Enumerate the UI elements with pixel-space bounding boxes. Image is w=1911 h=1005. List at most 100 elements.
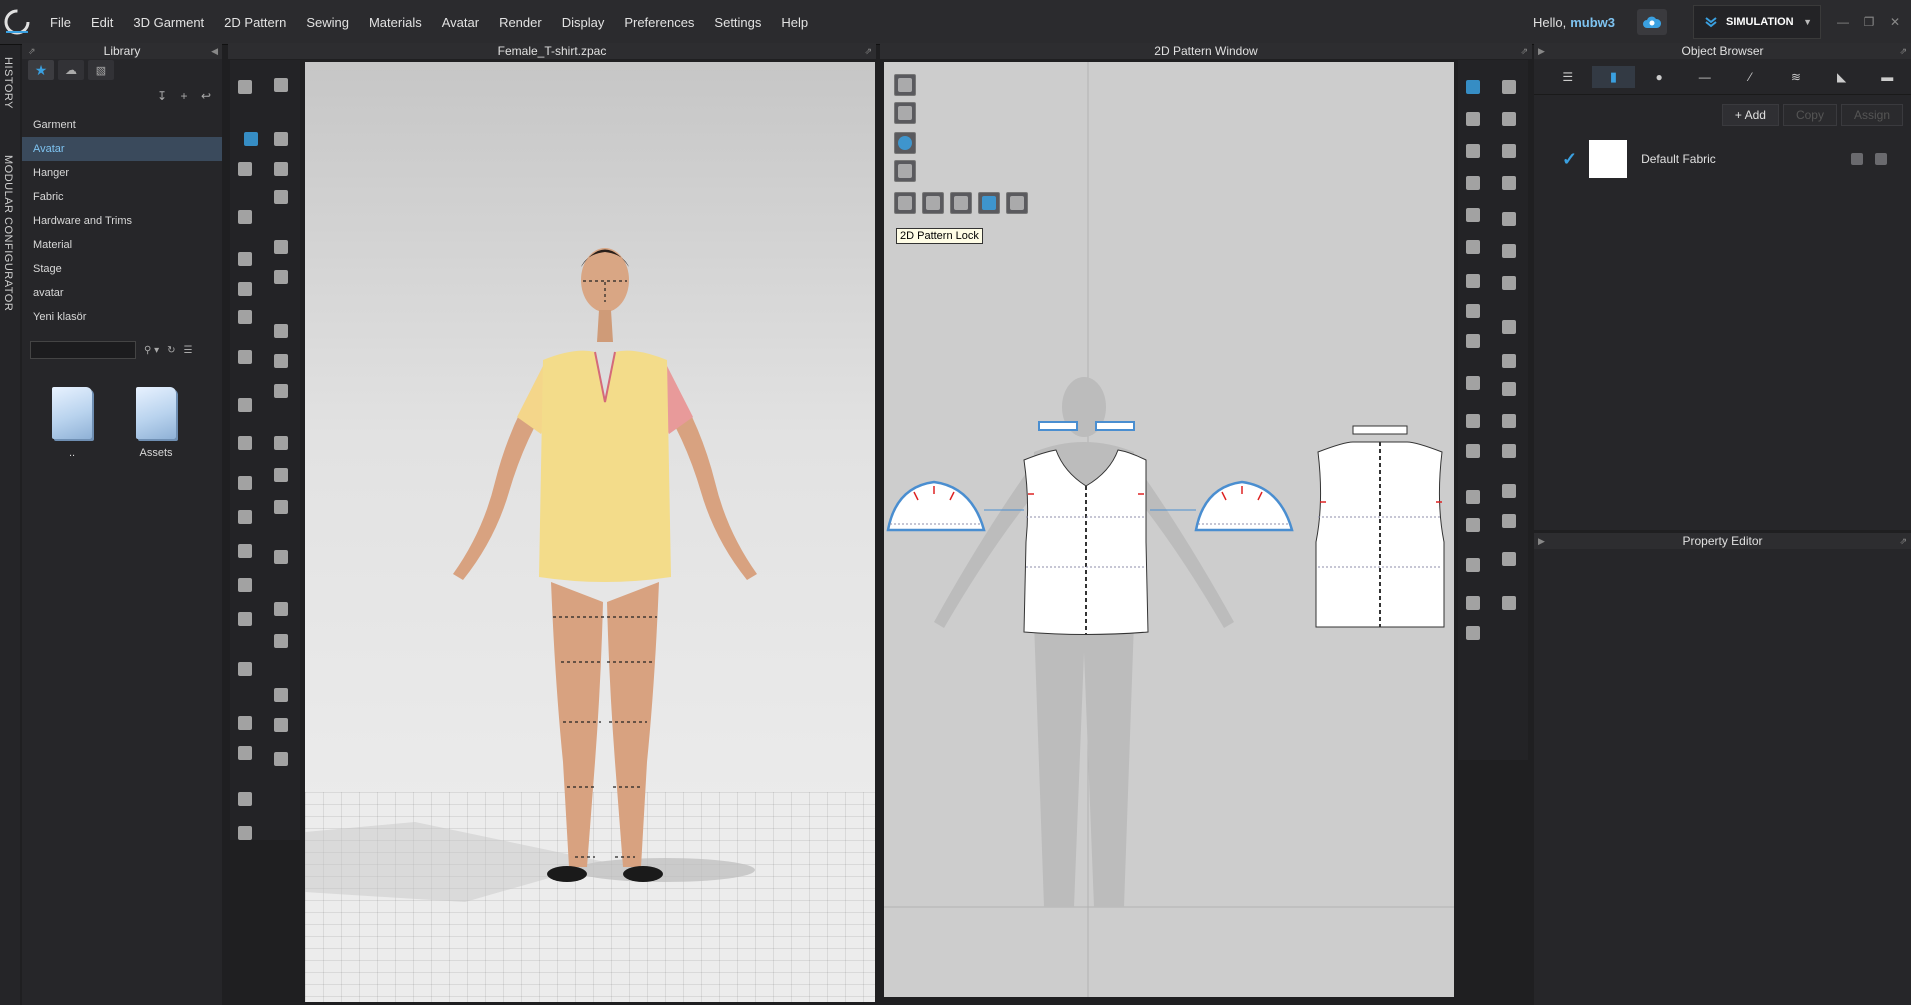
menu-preferences[interactable]: Preferences	[624, 15, 694, 30]
fold-tool-icon[interactable]	[270, 158, 292, 180]
topstitch-tool-icon[interactable]	[1498, 480, 1520, 502]
sewing-tool-icon[interactable]	[1462, 204, 1484, 226]
library-item-garment[interactable]: Garment	[22, 113, 222, 137]
tape-tool-icon[interactable]	[234, 712, 256, 734]
library-item-avatar[interactable]: Avatar	[22, 137, 222, 161]
measure-tool-icon[interactable]	[270, 236, 292, 258]
library-item-stage[interactable]: Stage	[22, 257, 222, 281]
clo-logo-icon[interactable]	[2, 7, 32, 37]
simulation-mode-button[interactable]: SIMULATION ▼	[1693, 5, 1821, 39]
cut-line-tool-icon[interactable]	[1462, 300, 1484, 322]
garment-outline-icon[interactable]	[922, 192, 944, 214]
menu-help[interactable]: Help	[781, 15, 808, 30]
add-button[interactable]: + Add	[1721, 104, 1779, 126]
fold-arrange-tool-icon[interactable]	[234, 788, 256, 810]
free-sewing-tool-icon[interactable]	[1462, 236, 1484, 258]
cloud-button[interactable]	[1637, 9, 1667, 35]
layer-view-icon[interactable]	[894, 160, 916, 182]
fabric-tab[interactable]: ▮	[1591, 65, 1636, 88]
zigzag-tool-icon[interactable]	[1498, 510, 1520, 532]
fabric-delete-icon[interactable]	[1875, 153, 1887, 165]
line-tool-icon[interactable]	[234, 394, 256, 416]
fabric-tool-icon[interactable]	[1498, 548, 1520, 570]
video-tool-icon[interactable]	[1462, 372, 1484, 394]
minimize-icon[interactable]: —	[1833, 13, 1853, 31]
line-measure-tool-icon[interactable]	[1498, 410, 1520, 432]
fit-map-tool-icon[interactable]	[270, 546, 292, 568]
grid-tool-icon[interactable]	[1498, 378, 1520, 400]
menu-render[interactable]: Render	[499, 15, 542, 30]
library-item-material[interactable]: Material	[22, 233, 222, 257]
library-item-hanger[interactable]: Hanger	[22, 161, 222, 185]
layer-tool-icon[interactable]	[270, 684, 292, 706]
shirt-tool-icon[interactable]	[234, 540, 256, 562]
search-input[interactable]	[30, 341, 136, 359]
brush-tool-icon[interactable]	[234, 158, 256, 180]
collapse-icon[interactable]: ▶	[1538, 43, 1545, 59]
internal-shape-tool-icon[interactable]	[1462, 172, 1484, 194]
select-move-tool-icon[interactable]	[240, 128, 262, 150]
zipper-tab[interactable]: ≋	[1774, 66, 1818, 88]
pen-view-icon[interactable]	[894, 74, 916, 96]
pin-tool-icon[interactable]	[270, 186, 292, 208]
curve-tool-icon[interactable]	[1498, 108, 1520, 130]
tuck-tool-icon[interactable]	[234, 306, 256, 328]
modular-configurator-tab[interactable]: MODULAR CONFIGURATOR	[2, 155, 14, 311]
trim-tool-icon[interactable]	[234, 346, 256, 368]
cut-tool-icon[interactable]	[270, 266, 292, 288]
download-icon[interactable]: ↧	[154, 88, 170, 104]
3d-viewport[interactable]	[305, 62, 875, 1002]
flip-tool-icon[interactable]	[234, 822, 256, 844]
measure-tab[interactable]: ▬	[1865, 66, 1909, 88]
graphic-tool-icon[interactable]	[234, 506, 256, 528]
rectangle-tool-icon[interactable]	[1498, 140, 1520, 162]
menu-settings[interactable]: Settings	[714, 15, 761, 30]
menu-avatar[interactable]: Avatar	[442, 15, 479, 30]
grading-icon[interactable]	[1006, 192, 1028, 214]
maximize-icon[interactable]: ⇗	[864, 43, 872, 59]
segment-tool-icon[interactable]	[1498, 76, 1520, 98]
avatar-figure[interactable]	[305, 62, 875, 1002]
garment-grid-icon[interactable]	[950, 192, 972, 214]
stitch-tool-icon[interactable]	[270, 748, 292, 770]
garment-color-icon[interactable]	[978, 192, 1000, 214]
menu-edit[interactable]: Edit	[91, 15, 113, 30]
zipper-tool-icon[interactable]	[234, 472, 256, 494]
undock-icon[interactable]: ⇗	[28, 43, 36, 59]
fabric-settings-icon[interactable]	[1851, 153, 1863, 165]
box-tool-icon[interactable]	[270, 598, 292, 620]
list-view-icon[interactable]: ☰	[184, 345, 193, 356]
restore-icon[interactable]: ❐	[1859, 13, 1879, 31]
segment-sewing-tool-icon[interactable]	[1498, 208, 1520, 230]
folder-item[interactable]: ..	[42, 387, 102, 459]
hand-2d-tool-icon[interactable]	[1462, 592, 1484, 614]
favorites-tab[interactable]: ★	[28, 60, 54, 80]
checkmark-icon[interactable]: ✓	[1562, 149, 1577, 170]
pleat-tool-icon[interactable]	[1498, 350, 1520, 372]
texture-tool-icon[interactable]	[270, 320, 292, 342]
buttonhole-tab[interactable]: —	[1683, 66, 1727, 88]
point-tool-icon[interactable]	[1462, 108, 1484, 130]
collapse-icon[interactable]: ▶	[1538, 533, 1545, 549]
pen-tool-icon[interactable]	[234, 432, 256, 454]
collapse-icon[interactable]: ◀	[211, 43, 218, 59]
annotation-tool-icon[interactable]	[1462, 514, 1484, 536]
dashed-line-tool-icon[interactable]	[1498, 440, 1520, 462]
square-tool-icon[interactable]	[270, 714, 292, 736]
avatar-tool-icon[interactable]	[234, 608, 256, 630]
menu-2d-pattern[interactable]: 2D Pattern	[224, 15, 286, 30]
button-tab[interactable]: ●	[1637, 66, 1681, 88]
copy-button[interactable]: Copy	[1782, 104, 1837, 126]
lock-tool-icon[interactable]	[270, 496, 292, 518]
library-item-avatar-folder[interactable]: avatar	[22, 281, 222, 305]
avatar-2d-tool-icon[interactable]	[1462, 622, 1484, 644]
trim-tab[interactable]: ◣	[1820, 66, 1864, 88]
shirt-view-icon[interactable]	[894, 102, 916, 124]
edit-pattern-tool-icon[interactable]	[1462, 76, 1484, 98]
arrow-down-tool-icon[interactable]	[234, 76, 256, 98]
folder-item[interactable]: Assets	[126, 387, 186, 459]
seam-tool-icon[interactable]	[234, 278, 256, 300]
menu-materials[interactable]: Materials	[369, 15, 422, 30]
store-tab[interactable]: ▧	[88, 60, 114, 80]
info-icon[interactable]	[894, 132, 916, 154]
